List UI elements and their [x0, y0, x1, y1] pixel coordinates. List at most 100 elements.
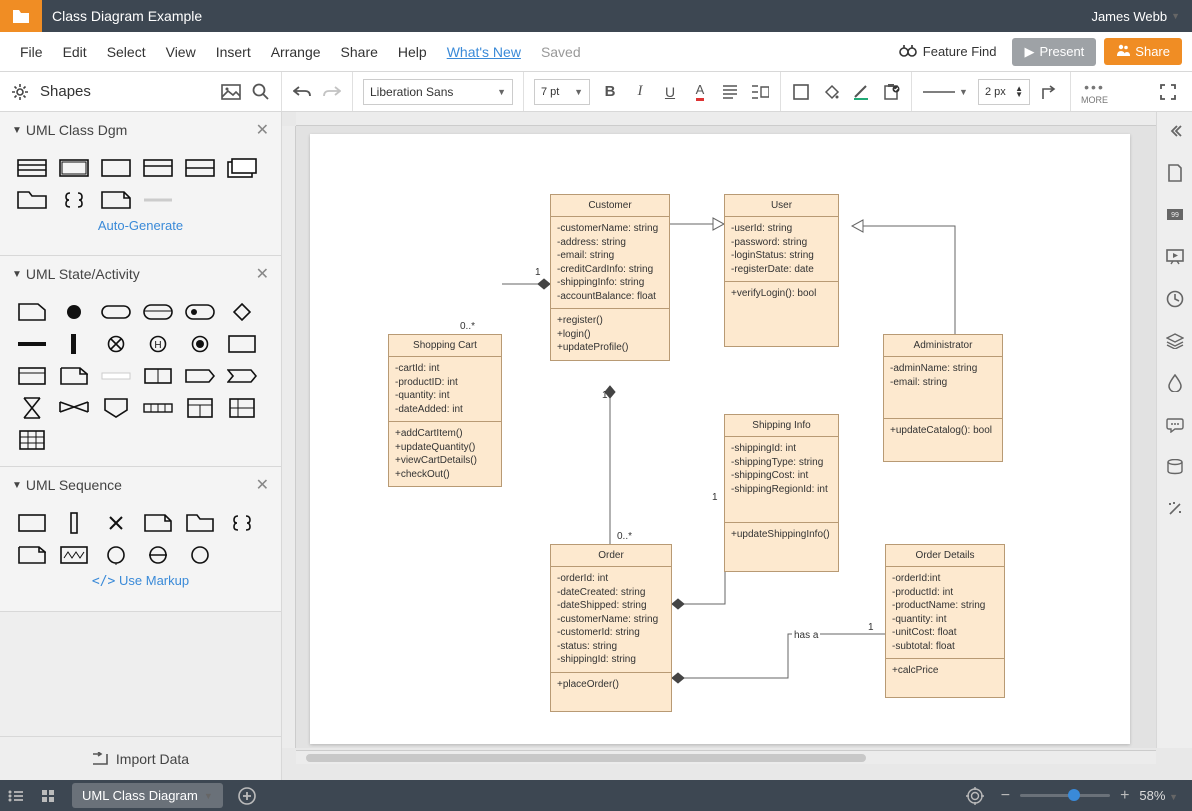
- canvas[interactable]: Customer -customerName: string -address:…: [296, 126, 1156, 748]
- panel-header[interactable]: ▼UML State/Activity✕: [0, 256, 281, 292]
- line-routing-icon[interactable]: [1040, 82, 1060, 102]
- add-page-icon[interactable]: [231, 787, 263, 805]
- uml-class-order[interactable]: Order -orderId: int -dateCreated: string…: [550, 544, 672, 712]
- shape-item[interactable]: [100, 334, 132, 354]
- import-data-button[interactable]: Import Data: [0, 736, 281, 780]
- menu-select[interactable]: Select: [97, 38, 156, 66]
- bold-icon[interactable]: B: [600, 82, 620, 102]
- menu-file[interactable]: File: [10, 38, 53, 66]
- shape-item[interactable]: [58, 302, 90, 322]
- target-icon[interactable]: [959, 787, 991, 805]
- shape-item[interactable]: [142, 190, 174, 210]
- shape-item[interactable]: [100, 513, 132, 533]
- zoom-value[interactable]: 58% ▼: [1139, 788, 1178, 803]
- shape-item[interactable]: [100, 158, 132, 178]
- page-tab[interactable]: UML Class Diagram▼: [72, 783, 223, 808]
- menu-arrange[interactable]: Arrange: [261, 38, 331, 66]
- layers-icon[interactable]: [1164, 330, 1186, 352]
- shape-item[interactable]: [142, 302, 174, 322]
- markup-link[interactable]: </> Use Markup: [16, 565, 265, 595]
- menu-help[interactable]: Help: [388, 38, 437, 66]
- shape-item[interactable]: [226, 366, 258, 386]
- shape-item[interactable]: [226, 513, 258, 533]
- zoom-slider[interactable]: [1020, 794, 1110, 797]
- shape-item[interactable]: [100, 366, 132, 386]
- uml-class-user[interactable]: User -userId: string -password: string -…: [724, 194, 839, 347]
- shape-item[interactable]: [184, 513, 216, 533]
- linewidth-select[interactable]: 2 px▲▼: [978, 79, 1030, 105]
- shape-item[interactable]: [16, 302, 48, 322]
- shape-item[interactable]: [58, 158, 90, 178]
- history-icon[interactable]: [1164, 288, 1186, 310]
- text-color-icon[interactable]: A: [690, 82, 710, 102]
- shape-item[interactable]: [16, 158, 48, 178]
- shape-item[interactable]: [226, 302, 258, 322]
- drop-icon[interactable]: [1164, 372, 1186, 394]
- page[interactable]: Customer -customerName: string -address:…: [310, 134, 1130, 744]
- shape-item[interactable]: [184, 302, 216, 322]
- shape-item[interactable]: [16, 430, 48, 450]
- shape-item[interactable]: [184, 545, 216, 565]
- shape-item[interactable]: [184, 158, 216, 178]
- document-icon[interactable]: [1164, 162, 1186, 184]
- shape-item[interactable]: [142, 158, 174, 178]
- zoom-out-icon[interactable]: −: [1001, 787, 1010, 805]
- undo-icon[interactable]: [292, 82, 312, 102]
- shape-item[interactable]: [142, 513, 174, 533]
- shape-item[interactable]: [16, 334, 48, 354]
- app-logo[interactable]: [0, 0, 42, 32]
- fontsize-select[interactable]: 7 pt▼: [534, 79, 590, 105]
- panel-header[interactable]: ▼UML Sequence✕: [0, 467, 281, 503]
- comment-icon[interactable]: 99: [1164, 204, 1186, 226]
- menu-edit[interactable]: Edit: [53, 38, 97, 66]
- shape-item[interactable]: [58, 545, 90, 565]
- shape-item[interactable]: [16, 513, 48, 533]
- uml-class-customer[interactable]: Customer -customerName: string -address:…: [550, 194, 670, 361]
- grid-icon[interactable]: [32, 789, 64, 803]
- redo-icon[interactable]: [322, 82, 342, 102]
- shape-item[interactable]: [16, 545, 48, 565]
- feature-find[interactable]: Feature Find: [891, 43, 1005, 60]
- shape-item[interactable]: [184, 334, 216, 354]
- gear-icon[interactable]: [10, 82, 30, 102]
- menu-share[interactable]: Share: [331, 38, 388, 66]
- shape-item[interactable]: [58, 334, 90, 354]
- align-icon[interactable]: [720, 82, 740, 102]
- shape-item[interactable]: [58, 190, 90, 210]
- wand-icon[interactable]: [1164, 498, 1186, 520]
- italic-icon[interactable]: I: [630, 82, 650, 102]
- zoom-in-icon[interactable]: +: [1120, 787, 1129, 805]
- shape-item[interactable]: [16, 190, 48, 210]
- close-icon[interactable]: ✕: [256, 475, 269, 495]
- shape-item[interactable]: [58, 398, 90, 418]
- data-icon[interactable]: [1164, 456, 1186, 478]
- shape-item[interactable]: [100, 398, 132, 418]
- panel-header[interactable]: ▼UML Class Dgm✕: [0, 112, 281, 148]
- document-title[interactable]: Class Diagram Example: [42, 8, 1079, 24]
- menu-view[interactable]: View: [156, 38, 206, 66]
- present-button[interactable]: ▶Present: [1012, 38, 1096, 66]
- line-color-icon[interactable]: [851, 82, 871, 102]
- close-icon[interactable]: ✕: [256, 120, 269, 140]
- uml-class-admin[interactable]: Administrator -adminName: string -email:…: [883, 334, 1003, 462]
- menu-insert[interactable]: Insert: [206, 38, 261, 66]
- shape-item[interactable]: [184, 366, 216, 386]
- uml-class-orderdetails[interactable]: Order Details -orderId:int -productId: i…: [885, 544, 1005, 698]
- shape-item[interactable]: [226, 334, 258, 354]
- shape-item[interactable]: [16, 366, 48, 386]
- more-button[interactable]: ••• MORE: [1081, 79, 1108, 105]
- chat-icon[interactable]: [1164, 414, 1186, 436]
- shape-item[interactable]: [100, 302, 132, 322]
- shape-fill-icon[interactable]: [791, 82, 811, 102]
- list-icon[interactable]: [0, 790, 32, 802]
- underline-icon[interactable]: U: [660, 82, 680, 102]
- shape-item[interactable]: [16, 398, 48, 418]
- fullscreen-icon[interactable]: [1158, 82, 1178, 102]
- shape-item[interactable]: [226, 158, 258, 178]
- shape-item[interactable]: [58, 366, 90, 386]
- zoom-knob[interactable]: [1068, 789, 1080, 801]
- shape-item[interactable]: [142, 398, 174, 418]
- shape-item[interactable]: [226, 398, 258, 418]
- close-icon[interactable]: ✕: [256, 264, 269, 284]
- shape-item[interactable]: [142, 366, 174, 386]
